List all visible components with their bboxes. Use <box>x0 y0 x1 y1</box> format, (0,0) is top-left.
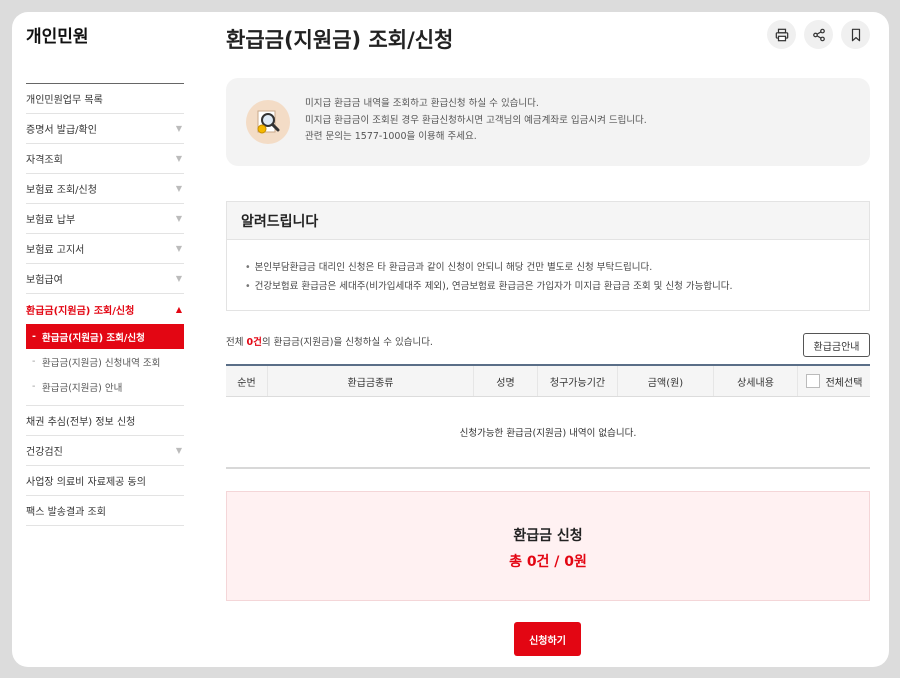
app-frame: 개인민원 개인민원업무 목록 증명서 발급/확인 ▼ 자격조회 ▼ 보험료 조회… <box>12 12 889 667</box>
sidebar-item-label: 보험료 고지서 <box>26 245 85 256</box>
sidebar-item-fax-result[interactable]: 팩스 발송결과 조회 <box>26 496 184 526</box>
info-line: 미지급 환급금 내역을 조회하고 환급신청 하실 수 있습니다. <box>305 98 539 109</box>
table-empty-row: 신청가능한 환급금(지원금) 내역이 없습니다. <box>226 397 870 469</box>
chevron-down-icon: ▼ <box>175 274 182 283</box>
notice-body: • 본인부담환급금 대리인 신청은 타 환급금과 같이 신청이 안되니 해당 건만… <box>227 240 869 296</box>
sidebar-item-label: 보험급여 <box>26 275 63 286</box>
notice-item-text: 본인부담환급금 대리인 신청은 타 환급금과 같이 신청이 안되니 해당 건만 … <box>254 262 653 273</box>
notice-item: • 본인부담환급금 대리인 신청은 타 환급금과 같이 신청이 안되니 해당 건만… <box>245 258 869 277</box>
submenu-item-refund-history[interactable]: - 환급금(지원금) 신청내역 조회 <box>26 349 184 374</box>
column-header-amount: 금액(원) <box>618 366 714 396</box>
info-box: 미지급 환급금 내역을 조회하고 환급신청 하실 수 있습니다. 미지급 환급금… <box>226 78 870 166</box>
submenu-item-label: 환급금(지원금) 신청내역 조회 <box>42 357 161 369</box>
summary-title: 환급금 신청 <box>513 528 583 544</box>
column-header-no: 순번 <box>226 366 268 396</box>
count-suffix: 의 환급금(지원금)을 신청하실 수 있습니다. <box>261 337 433 348</box>
sidebar-item-label: 팩스 발송결과 조회 <box>26 507 106 518</box>
sidebar-submenu: - 환급금(지원금) 조회/신청 - 환급금(지원금) 신청내역 조회 - 환급… <box>26 324 184 406</box>
refund-guide-button[interactable]: 환급금안내 <box>803 333 870 357</box>
sidebar-item-label: 증명서 발급/확인 <box>26 125 97 136</box>
chevron-down-icon: ▼ <box>175 124 182 133</box>
chevron-up-icon: ▲ <box>175 304 182 314</box>
sidebar-item-certificates[interactable]: 증명서 발급/확인 ▼ <box>26 114 184 144</box>
chevron-down-icon: ▼ <box>175 446 182 455</box>
column-header-type: 환급금종류 <box>268 366 474 396</box>
sidebar-item-eligibility[interactable]: 자격조회 ▼ <box>26 144 184 174</box>
sidebar: 개인민원 개인민원업무 목록 증명서 발급/확인 ▼ 자격조회 ▼ 보험료 조회… <box>26 12 184 526</box>
info-text: 미지급 환급금 내역을 조회하고 환급신청 하실 수 있습니다. 미지급 환급금… <box>305 96 647 146</box>
column-header-select-all: 전체선택 <box>798 366 870 396</box>
notice-item: • 건강보험료 환급금은 세대주(비가입세대주 제외), 연금보험료 환급금은 가… <box>245 277 869 296</box>
sidebar-item-health-checkup[interactable]: 건강검진 ▼ <box>26 436 184 466</box>
share-icon <box>812 28 825 41</box>
dash-icon: - <box>32 381 36 392</box>
page-title: 환급금(지원금) 조회/신청 <box>226 28 454 52</box>
submenu-item-label: 환급금(지원금) 조회/신청 <box>42 332 145 344</box>
notice-box: 알려드립니다 • 본인부담환급금 대리인 신청은 타 환급금과 같이 신청이 안되… <box>226 201 870 311</box>
submenu-item-refund-guide[interactable]: - 환급금(지원금) 안내 <box>26 374 184 399</box>
chevron-down-icon: ▼ <box>175 184 182 193</box>
bookmark-icon <box>851 28 860 41</box>
sidebar-item-civil-list[interactable]: 개인민원업무 목록 <box>26 84 184 114</box>
application-summary: 환급금 신청 총 0건 / 0원 <box>226 491 870 601</box>
sidebar-item-premium-payment[interactable]: 보험료 납부 ▼ <box>26 204 184 234</box>
sidebar-item-label: 사업장 의료비 자료제공 동의 <box>26 477 146 488</box>
sidebar-item-premium-inquiry[interactable]: 보험료 조회/신청 ▼ <box>26 174 184 204</box>
sidebar-item-label: 보험료 납부 <box>26 215 76 226</box>
bullet-icon: • <box>245 281 251 292</box>
column-header-name: 성명 <box>474 366 538 396</box>
column-header-period: 청구가능기간 <box>538 366 618 396</box>
sidebar-item-medical-consent[interactable]: 사업장 의료비 자료제공 동의 <box>26 466 184 496</box>
chevron-down-icon: ▼ <box>175 154 182 163</box>
dash-icon: - <box>32 356 36 367</box>
info-line: 관련 문의는 1577-1000을 이용해 주세요. <box>305 131 477 142</box>
chevron-down-icon: ▼ <box>175 214 182 223</box>
sidebar-item-label: 보험료 조회/신청 <box>26 185 97 196</box>
sidebar-item-label: 개인민원업무 목록 <box>26 95 103 106</box>
magnifier-coin-icon <box>246 100 290 144</box>
dash-icon: - <box>32 331 36 342</box>
sidebar-item-label: 자격조회 <box>26 155 63 166</box>
apply-button[interactable]: 신청하기 <box>514 622 581 656</box>
submenu-item-label: 환급금(지원금) 안내 <box>42 382 123 394</box>
sidebar-item-debt-collection[interactable]: 채권 추심(전부) 정보 신청 <box>26 406 184 436</box>
column-header-detail: 상세내용 <box>714 366 798 396</box>
magnifier-icon <box>257 110 280 134</box>
page-tools <box>767 20 870 49</box>
refund-count: 전체 0건의 환급금(지원금)을 신청하실 수 있습니다. <box>226 334 433 348</box>
count-prefix: 전체 <box>226 337 247 348</box>
submenu-item-refund-inquiry[interactable]: - 환급금(지원금) 조회/신청 <box>26 324 184 349</box>
bookmark-button[interactable] <box>841 20 870 49</box>
printer-icon <box>775 28 788 41</box>
table-header: 순번 환급금종류 성명 청구가능기간 금액(원) 상세내용 전체선택 <box>226 364 870 397</box>
sidebar-item-benefits[interactable]: 보험급여 ▼ <box>26 264 184 294</box>
bullet-icon: • <box>245 262 251 273</box>
sidebar-item-label: 채권 추심(전부) 정보 신청 <box>26 417 136 428</box>
print-button[interactable] <box>767 20 796 49</box>
count-number: 0건 <box>246 337 262 348</box>
refund-table: 순번 환급금종류 성명 청구가능기간 금액(원) 상세내용 전체선택 신청가능한… <box>226 364 870 469</box>
sidebar-item-label: 건강검진 <box>26 447 63 458</box>
summary-total: 총 0건 / 0원 <box>509 554 587 570</box>
sidebar-item-refund[interactable]: 환급금(지원금) 조회/신청 ▲ <box>26 294 184 324</box>
info-line: 미지급 환급금이 조회된 경우 환급신청하시면 고객님의 예금계좌로 입금시켜 … <box>305 114 647 126</box>
chevron-down-icon: ▼ <box>175 244 182 253</box>
select-all-checkbox[interactable] <box>805 374 820 388</box>
select-all-label: 전체선택 <box>825 377 863 389</box>
sidebar-title: 개인민원 <box>26 27 89 47</box>
notice-title: 알려드립니다 <box>227 202 869 240</box>
sidebar-item-premium-bill[interactable]: 보험료 고지서 ▼ <box>26 234 184 264</box>
share-button[interactable] <box>804 20 833 49</box>
notice-item-text: 건강보험료 환급금은 세대주(비가입세대주 제외), 연금보험료 환급금은 가입… <box>254 281 733 292</box>
sidebar-item-label: 환급금(지원금) 조회/신청 <box>26 305 135 317</box>
